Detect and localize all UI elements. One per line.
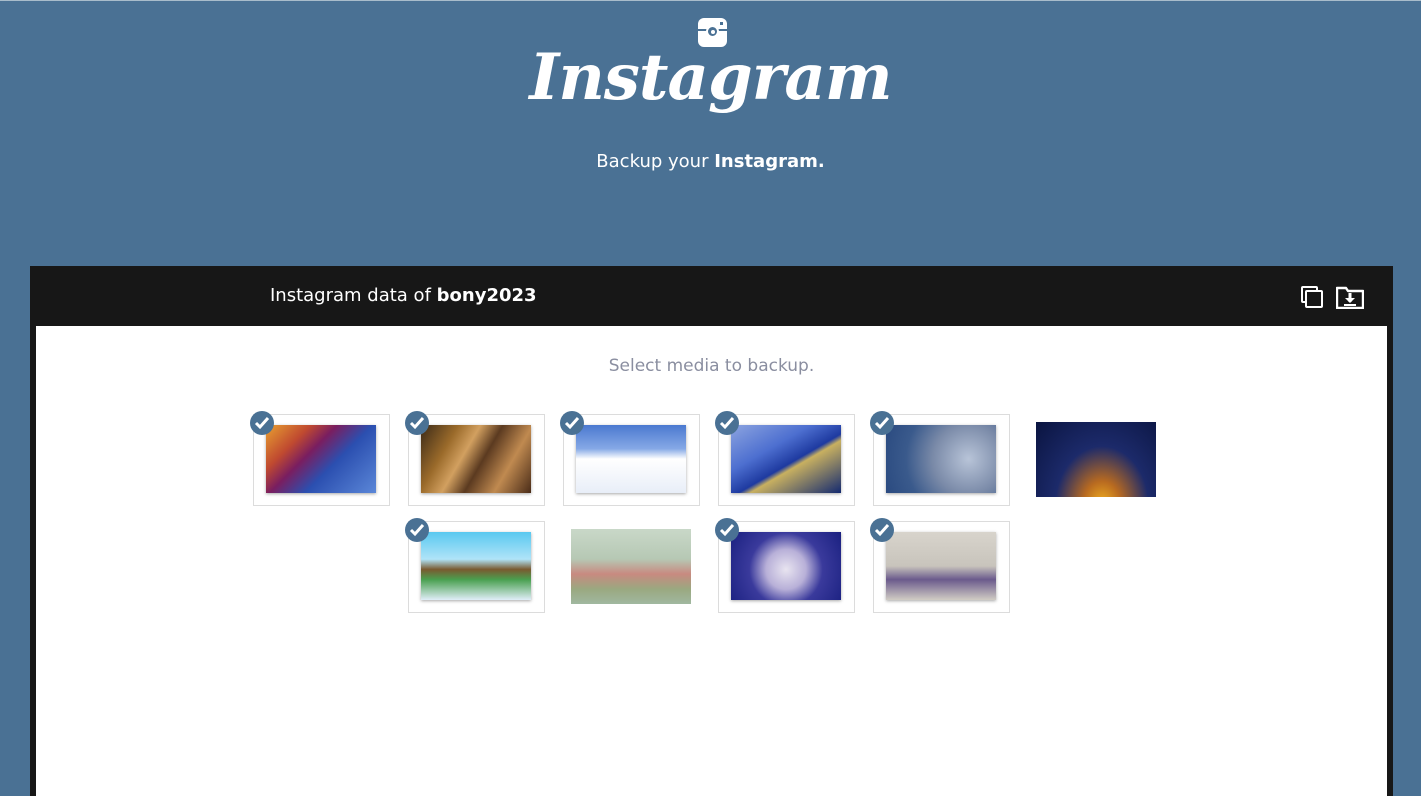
selected-check-icon <box>405 518 429 542</box>
select-media-label: Select media to backup. <box>608 356 815 376</box>
selected-check-icon <box>870 518 894 542</box>
download-button[interactable] <box>1335 285 1365 310</box>
media-thumbnail[interactable] <box>715 518 855 613</box>
selected-check-icon <box>250 411 274 435</box>
tagline: Backup your Instagram. <box>0 151 1421 172</box>
media-thumbnail[interactable] <box>405 518 545 613</box>
username: bony2023 <box>436 285 537 306</box>
media-thumbnail[interactable] <box>571 529 691 604</box>
media-image <box>266 425 376 493</box>
selected-check-icon <box>870 411 894 435</box>
media-thumbnail[interactable] <box>1036 422 1156 497</box>
media-content-area: Select media to backup. <box>36 326 1387 796</box>
media-image <box>421 425 531 493</box>
panel-toolbar: Instagram data of bony2023 <box>30 266 1393 326</box>
instagram-logo-text: Instagram <box>529 40 892 115</box>
selected-check-icon <box>405 411 429 435</box>
media-image <box>886 532 996 600</box>
media-thumbnail[interactable] <box>870 411 1010 506</box>
media-thumbnail[interactable] <box>405 411 545 506</box>
backup-panel: Instagram data of bony2023 Select media … <box>30 266 1393 796</box>
tagline-prefix: Backup your <box>596 151 709 172</box>
media-image <box>886 425 996 493</box>
selected-check-icon <box>715 518 739 542</box>
selected-check-icon <box>560 411 584 435</box>
panel-title-prefix: Instagram data of <box>270 285 431 306</box>
media-image <box>576 425 686 493</box>
panel-title: Instagram data of bony2023 <box>270 285 537 306</box>
media-thumbnail[interactable] <box>715 411 855 506</box>
media-image <box>731 532 841 600</box>
select-all-button[interactable] <box>1300 285 1324 309</box>
tagline-brand: Instagram. <box>714 151 825 172</box>
selected-check-icon <box>715 411 739 435</box>
media-image <box>571 529 691 604</box>
media-image <box>421 532 531 600</box>
media-thumbnail[interactable] <box>870 518 1010 613</box>
page-header: Instagram Backup your Instagram. <box>0 0 1421 266</box>
media-thumbnail[interactable] <box>250 411 390 506</box>
media-image <box>1036 422 1156 497</box>
download-folder-icon <box>1335 286 1365 310</box>
media-image <box>731 425 841 493</box>
media-thumbnail[interactable] <box>560 411 700 506</box>
